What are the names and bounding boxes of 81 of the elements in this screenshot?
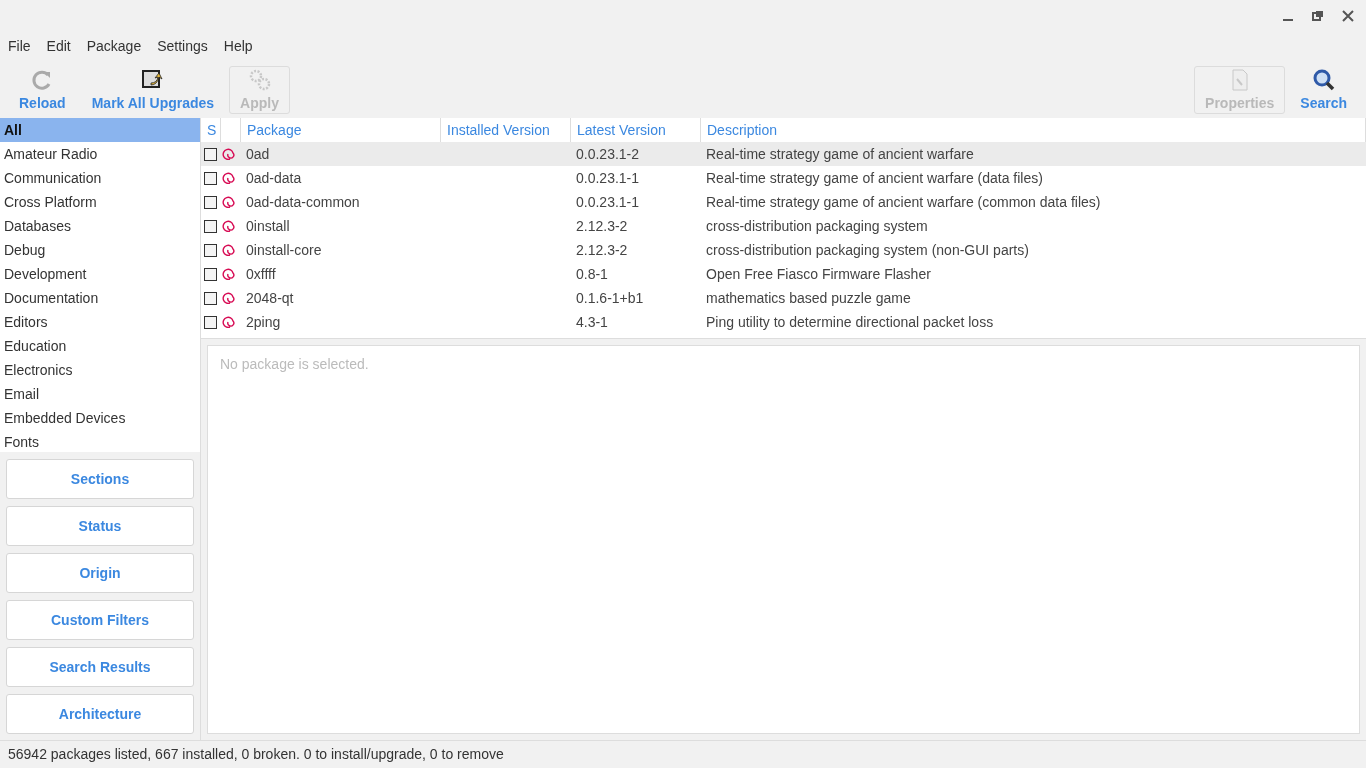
search-icon [1311,69,1336,91]
package-row[interactable]: 0xffff 0.8-1 Open Free Fiasco Firmware Flasher [201,262,1366,286]
debian-icon [221,267,235,281]
section-item[interactable]: Amateur Radio [0,142,200,166]
status-bar: 56942 packages listed, 667 installed, 0 broken. 0 to install/upgrade, 0 to remove [0,740,1366,768]
debian-icon [221,315,235,329]
package-row[interactable]: 0ad-data-common 0.0.23.1-1 Real-time strategy game of ancient warfare (common data files) [201,190,1366,214]
checkbox[interactable] [204,147,217,161]
checkbox[interactable] [204,291,217,305]
table-cell-text: 0.1.6-1+b1 [575,290,645,306]
table-cell-text: mathematics based puzzle game [705,290,912,306]
package-row[interactable]: 2048-qt 0.1.6-1+b1 mathematics based puzzle game [201,286,1366,310]
section-item[interactable]: Electronics [0,358,200,382]
close-icon[interactable] [1342,10,1354,22]
filter-button[interactable]: Status [6,506,194,546]
section-item[interactable]: All [0,118,200,142]
table-cell-text: Real-time strategy game of ancient warfare [705,146,975,162]
table-cell-text: 0install-core [245,242,323,258]
section-item[interactable]: Debug [0,238,200,262]
checkbox[interactable] [204,195,217,209]
table-cell-text: 0.0.23.1-1 [575,170,641,186]
debian-icon [221,195,235,209]
section-item[interactable]: Embedded Devices [0,406,200,430]
debian-icon [221,243,235,257]
table-cell-text: 2.12.3-2 [575,242,629,258]
debian-icon [221,219,235,233]
table-cell-text: 0.8-1 [575,266,609,282]
package-row[interactable]: 0install 2.12.3-2 cross-distribution packaging system [201,214,1366,238]
table-cell-text: Ping utility to determine directional packet loss [705,314,995,330]
menu-item[interactable]: Edit [46,38,71,54]
section-item[interactable]: Databases [0,214,200,238]
table-cell-text: cross-distribution packaging system [705,218,929,234]
table-cell-text: 0ad [245,146,271,162]
table-cell-text: cross-distribution packaging system (non-GUI parts) [705,242,1030,258]
debian-icon [221,171,235,185]
package-row[interactable]: 0ad 0.0.23.1-2 Real-time strategy game of ancient warfare [201,142,1366,166]
checkbox[interactable] [204,267,217,281]
section-item[interactable]: Communication [0,166,200,190]
filter-button[interactable]: Sections [6,459,194,499]
filter-button[interactable]: Origin [6,553,194,593]
table-cell-text: 0ad-data-common [245,194,361,210]
table-cell-text: 0install [245,218,291,234]
table-cell-text: 2.12.3-2 [575,218,629,234]
menu-item[interactable]: Settings [157,38,208,54]
filter-button[interactable]: Search Results [6,647,194,687]
package-row[interactable]: 0ad-data 0.0.23.1-1 Real-time strategy game of ancient warfare (data files) [201,166,1366,190]
filter-button[interactable]: Architecture [6,694,194,734]
debian-icon [221,147,235,161]
package-row[interactable]: 0install-core 2.12.3-2 cross-distribution packaging system (non-GUI parts) [201,238,1366,262]
menu-item[interactable]: File [8,38,31,54]
upgrade-icon [140,69,165,91]
menu-item[interactable]: Package [86,38,142,54]
section-item[interactable]: Education [0,334,200,358]
document-icon [1229,69,1250,91]
table-cell-text: 0.0.23.1-2 [575,146,641,162]
section-item[interactable]: Documentation [0,286,200,310]
table-cell-text: 2048-qt [245,290,295,306]
menu-item[interactable]: Help [223,38,253,54]
package-row[interactable]: 2ping 4.3-1 Ping utility to determine directional packet loss [201,310,1366,334]
section-item[interactable]: Editors [0,310,200,334]
table-cell-text: 0ad-data [245,170,303,186]
debian-icon [221,291,235,305]
placeholder-text: No package is selected. [220,356,369,372]
section-item[interactable]: Email [0,382,200,406]
table-cell-text: Real-time strategy game of ancient warfare (data files) [705,170,1044,186]
restore-icon[interactable] [1312,10,1324,22]
table-cell-text: 0xffff [245,266,277,282]
table-cell-text: Open Free Fiasco Firmware Flasher [705,266,932,282]
checkbox[interactable] [204,171,217,185]
checkbox[interactable] [204,219,217,233]
section-item[interactable]: Cross Platform [0,190,200,214]
table-cell-text: 0.0.23.1-1 [575,194,641,210]
section-item[interactable]: Development [0,262,200,286]
table-cell-text: 2ping [245,314,282,330]
checkbox[interactable] [204,315,217,329]
table-cell-text: 4.3-1 [575,314,609,330]
section-item[interactable]: Fonts [0,430,200,454]
filter-button[interactable]: Custom Filters [6,600,194,640]
gears-icon [247,69,272,91]
checkbox[interactable] [204,243,217,257]
table-cell-text: Real-time strategy game of ancient warfare (common data files) [705,194,1102,210]
